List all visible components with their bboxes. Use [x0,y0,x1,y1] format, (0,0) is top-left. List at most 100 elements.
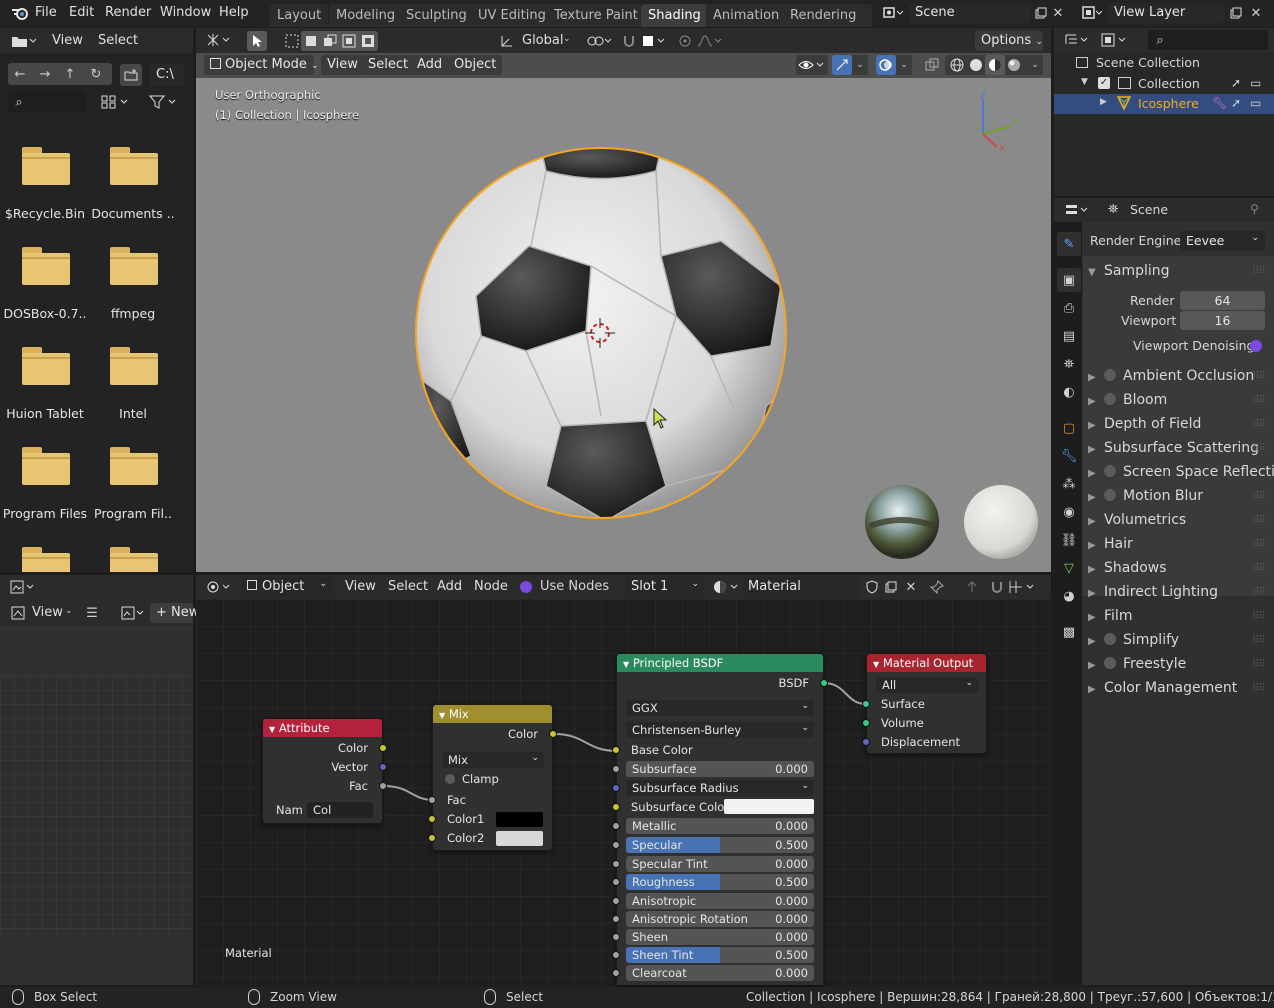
panel-enable-toggle[interactable] [1104,657,1116,669]
menu-help[interactable]: Help [219,5,249,20]
material-properties-icon[interactable]: ◕ [1057,584,1081,608]
subsurface-radius-dropdown[interactable]: Subsurface Radius ⌄ [626,780,814,796]
panel-enable-toggle[interactable] [1104,393,1116,405]
tab-modeling[interactable]: Modeling [329,4,403,27]
drag-handle-icon[interactable]: ⠿⠿ [1252,587,1266,598]
transform-orientation-dropdown[interactable]: Global [522,33,563,48]
overlays-toggle-icon[interactable] [876,55,896,75]
tab-uv-editing[interactable]: UV Editing [471,4,553,27]
display-mode-grid-icon[interactable] [96,91,136,113]
editor-type-3d-icon[interactable] [204,30,234,50]
anisotropic-input-socket[interactable] [612,897,620,905]
path-field[interactable]: C:\ [150,64,184,86]
unlink-material-icon[interactable]: ✕ [901,577,921,597]
editor-type-outliner-icon[interactable] [1064,30,1092,50]
drag-handle-icon[interactable]: ⠿⠿ [1252,611,1266,622]
menu-icon[interactable]: ☰ [82,603,102,623]
mix-color-output-socket[interactable] [549,730,557,738]
clamp-checkbox[interactable]: Clamp [445,772,499,786]
shadows-panel[interactable]: ▶ Shadows [1088,560,1167,576]
select-extend-icon[interactable] [320,31,340,51]
folder-icon[interactable] [110,547,158,572]
mix-node-header[interactable]: ▼ Mix [433,705,552,723]
select-subtract-icon[interactable] [339,31,359,51]
subsurface-method-dropdown[interactable]: Christensen-Burley ⌄ [626,722,814,738]
xray-toggle-icon[interactable] [922,55,942,75]
output-properties-icon[interactable]: ⎙ [1057,296,1081,320]
pivot-point-icon[interactable] [586,31,614,51]
ambient-occlusion-panel[interactable]: ▶ Ambient Occlusion [1088,368,1254,384]
proportional-edit-icon[interactable] [675,31,695,51]
sheen-tint-field[interactable]: Sheen Tint 0.500 [626,947,814,963]
menu-render[interactable]: Render [105,5,151,20]
node-snap-target-icon[interactable] [1008,577,1038,597]
drag-handle-icon[interactable]: ⠿⠿ [1252,659,1266,670]
sampling-panel-header[interactable]: ▼ Sampling [1088,263,1170,279]
tab-sculpting[interactable]: Sculpting [399,4,474,27]
metallic-field[interactable]: Metallic 0.000 [626,818,814,834]
file-item-name[interactable]: $Recycle.Bin [0,206,90,221]
proportional-falloff-icon[interactable] [696,31,724,51]
back-arrow-icon[interactable]: ← [10,64,30,84]
render-properties-icon[interactable]: ▣ [1057,268,1081,292]
subsurface-radius-socket[interactable] [612,784,620,792]
tab-rendering[interactable]: Rendering [783,4,864,27]
editor-type-folder-icon[interactable] [8,31,40,51]
options-dropdown[interactable]: Options ⌄ [975,31,1043,51]
principled-bsdf-node[interactable]: ▼ Principled BSDF BSDF GGX ⌄ Christensen-… [612,653,828,985]
drag-handle-icon[interactable]: ⠿⠿ [1252,443,1266,454]
tab-layout[interactable]: Layout [270,4,329,27]
checkbox-checked-icon[interactable]: ✓ [1098,77,1110,89]
tab-overflow[interactable] [860,4,872,27]
transform-orientation-icon[interactable] [497,31,517,51]
attribute-name-input[interactable]: Col [307,802,373,818]
color1-input-socket[interactable] [428,815,436,823]
sheen-input-socket[interactable] [612,933,620,941]
selectable-arrow-icon[interactable]: ➚ [1231,96,1241,110]
sheen-tint-input-socket[interactable] [612,951,620,959]
pin-icon[interactable]: ⚲ [1250,202,1259,216]
fake-user-shield-icon[interactable] [862,577,882,597]
drag-handle-icon[interactable]: ⠿⠿ [1252,539,1266,550]
folder-icon[interactable] [22,447,70,485]
object-mode-dropdown[interactable]: Object Mode ⌄ [204,55,319,75]
view-layer-icon[interactable] [1078,3,1106,23]
duplicate-material-icon[interactable] [881,577,901,597]
vector-output-socket[interactable] [379,763,387,771]
drag-handle-icon[interactable]: ⠿⠿ [1252,491,1266,502]
panel-enable-toggle[interactable] [1104,465,1116,477]
tab-shading[interactable]: Shading [641,4,708,27]
menu-window[interactable]: Window [160,5,211,20]
subsurface-color-swatch[interactable] [724,799,814,814]
select-box-mode-icon[interactable] [282,31,302,51]
attribute-node-header[interactable]: ▼ Attribute [263,719,382,737]
close-view-layer-icon[interactable]: ✕ [1246,3,1266,23]
close-scene-icon[interactable]: ✕ [1048,3,1068,23]
render-engine-dropdown[interactable]: Eevee ⌄ [1180,231,1265,251]
material-name-field[interactable]: Material [742,577,860,597]
folder-icon[interactable] [110,247,158,285]
mesh-data-properties-icon[interactable]: ▽ [1057,556,1081,580]
surface-input-socket[interactable] [862,700,870,708]
forward-arrow-icon[interactable]: → [35,64,55,84]
file-item-name[interactable]: Huion Tablet [0,406,90,421]
file-item-name[interactable]: Program Fil.. [88,506,178,521]
snap-icon[interactable] [619,31,639,51]
viewport-menu-select[interactable]: Select [362,55,415,75]
roughness-input-socket[interactable] [612,878,620,886]
subsurface-input-socket[interactable] [612,765,620,773]
node-snap-icon[interactable] [987,577,1007,597]
anisotropic-rotation-field[interactable]: Anisotropic Rotation 0.000 [626,911,814,927]
use-nodes-toggle[interactable]: Use Nodes [520,579,609,594]
monitor-icon[interactable]: ▭ [1250,96,1261,110]
drag-handle-icon[interactable]: ⠿⠿ [1252,419,1266,430]
node-menu-node[interactable]: Node [474,579,508,594]
select-new-icon[interactable] [301,31,321,51]
viewport-denoising-toggle-icon[interactable] [1250,340,1262,352]
indirect-lighting-panel[interactable]: ▶ Indirect Lighting [1088,584,1218,600]
specular-tint-field[interactable]: Specular Tint 0.000 [626,856,814,872]
file-item-name[interactable]: DOSBox-0.7.. [0,306,90,321]
bsdf-output-socket[interactable] [820,679,828,687]
display-mode-icon[interactable] [1100,30,1130,50]
bsdf-node-header[interactable]: ▼ Principled BSDF [617,654,823,672]
